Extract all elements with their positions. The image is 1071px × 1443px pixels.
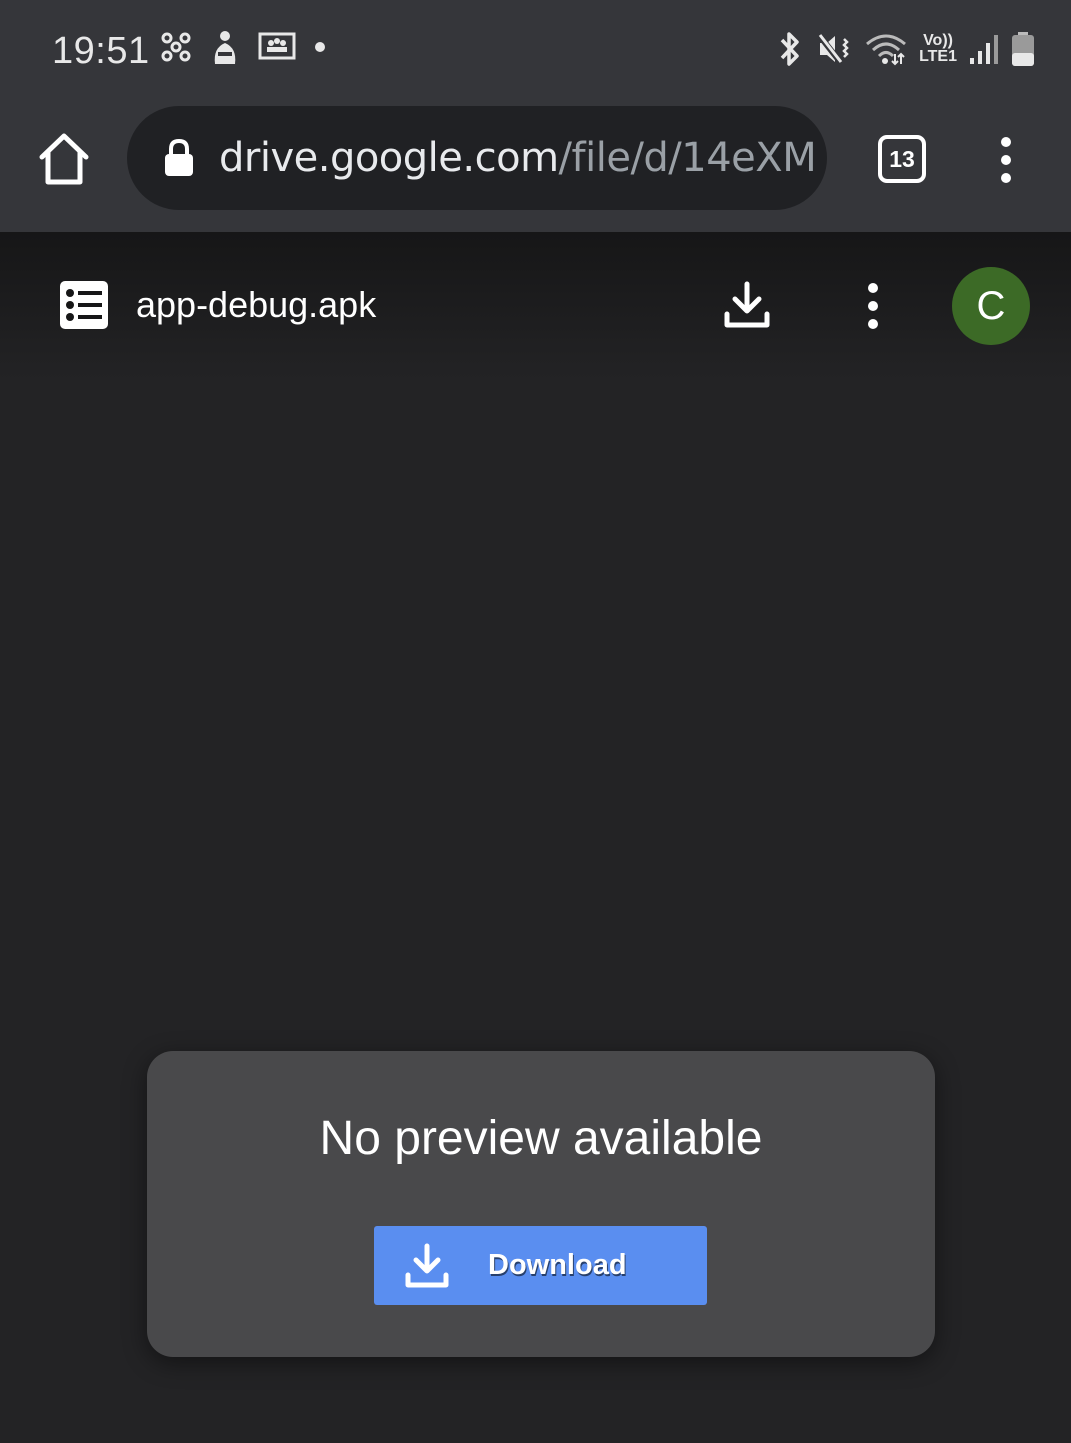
download-icon[interactable] <box>722 280 772 330</box>
home-icon[interactable] <box>36 130 92 190</box>
download-label: Download <box>488 1249 627 1281</box>
tab-switcher-button[interactable]: 13 <box>878 135 926 183</box>
mute-vibrate-icon <box>817 31 853 67</box>
status-bar: 19:51 Vo)) LTE1 <box>0 0 1071 100</box>
cluster-icon <box>160 31 192 63</box>
screen-share-icon <box>258 32 296 62</box>
notification-dot-icon <box>314 41 326 53</box>
volte-lte-icon: Vo)) LTE1 <box>919 33 957 65</box>
browser-menu-icon[interactable] <box>992 136 1020 184</box>
battery-icon <box>1011 31 1035 67</box>
volte-label: Vo)) <box>923 32 953 49</box>
file-menu-icon[interactable] <box>860 282 886 330</box>
bluetooth-icon <box>775 30 805 68</box>
wifi-icon <box>865 32 907 66</box>
file-name: app-debug.apk <box>136 284 377 325</box>
address-bar[interactable]: drive.google.com/file/d/14eXM <box>127 106 827 210</box>
signal-icon <box>969 32 999 66</box>
download-icon <box>404 1243 450 1289</box>
url-path: /file/d/14eXM <box>558 135 817 181</box>
account-avatar[interactable]: C <box>952 267 1030 345</box>
no-preview-card: No preview available Download <box>147 1051 935 1357</box>
url-text: drive.google.com/file/d/14eXM <box>219 135 817 181</box>
url-domain: drive.google.com <box>219 135 559 181</box>
lock-icon <box>163 138 195 178</box>
no-preview-message: No preview available <box>319 1112 763 1165</box>
game-launcher-icon <box>210 30 240 64</box>
status-left-icons <box>160 30 326 64</box>
download-button[interactable]: Download <box>374 1226 707 1305</box>
tab-count: 13 <box>889 145 915 172</box>
browser-toolbar: drive.google.com/file/d/14eXM 13 <box>0 100 1071 232</box>
status-right-icons: Vo)) LTE1 <box>775 30 1035 68</box>
file-type-icon <box>60 281 108 329</box>
status-time: 19:51 <box>52 30 150 72</box>
drive-header: app-debug.apk C <box>0 232 1071 380</box>
avatar-letter: C <box>976 283 1006 328</box>
lte-label: LTE1 <box>919 48 957 65</box>
